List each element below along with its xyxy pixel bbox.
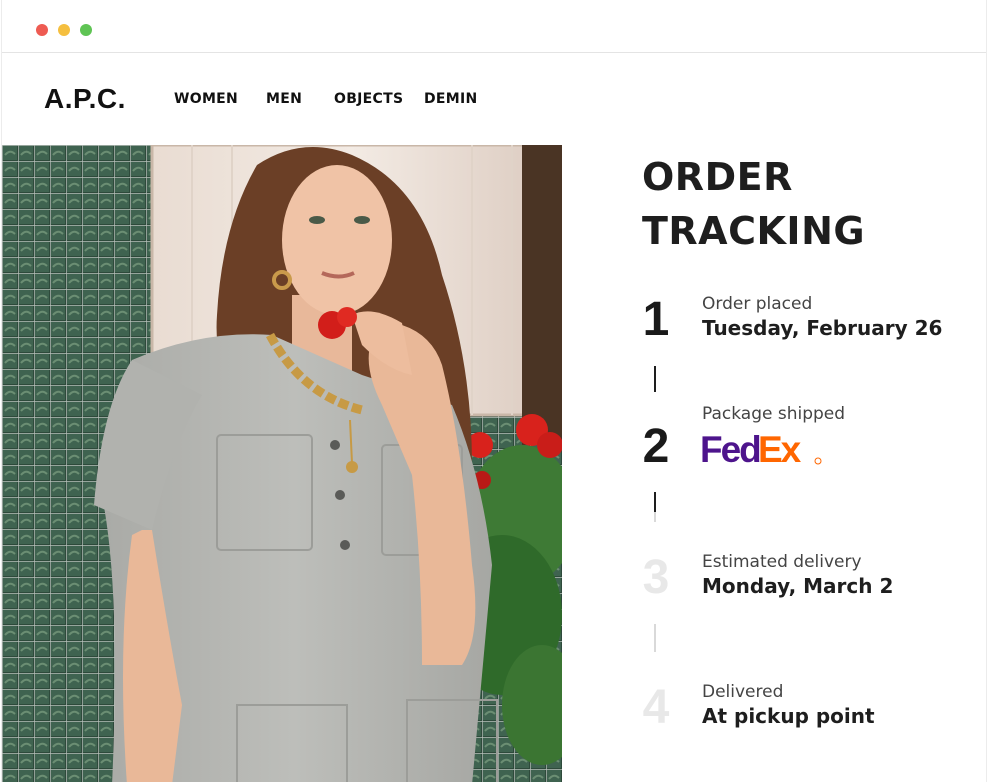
step-3-date: Monday, March 2 bbox=[702, 574, 894, 598]
nav-item-objects[interactable]: OBJECTS bbox=[334, 91, 403, 107]
step-1-date: Tuesday, February 26 bbox=[702, 316, 943, 340]
step-4-number: 4 bbox=[642, 681, 670, 734]
page-title: ORDER TRACKING bbox=[642, 150, 982, 258]
step-1-label: Order placed bbox=[702, 294, 813, 314]
step-3-label: Estimated delivery bbox=[702, 552, 862, 572]
step-4-location: At pickup point bbox=[702, 704, 875, 728]
browser-window: A.P.C. WOMEN MEN OBJECTS DEMIN ORDER TRA… bbox=[2, 0, 986, 782]
step-2-label: Package shipped bbox=[702, 404, 846, 424]
order-tracking-panel: ORDER TRACKING 1 Order placed Tuesday, F… bbox=[642, 150, 982, 732]
site-header: A.P.C. WOMEN MEN OBJECTS DEMIN bbox=[2, 53, 986, 145]
nav-item-men[interactable]: MEN bbox=[266, 91, 302, 107]
page-title-line-1: ORDER bbox=[642, 155, 793, 199]
window-titlebar bbox=[2, 0, 986, 53]
svg-text:Ex: Ex bbox=[758, 430, 802, 470]
hero-image bbox=[2, 145, 562, 782]
brand-logo[interactable]: A.P.C. bbox=[44, 83, 126, 115]
step-connector bbox=[654, 492, 656, 514]
nav-item-women[interactable]: WOMEN bbox=[174, 91, 238, 107]
close-window-button[interactable] bbox=[36, 24, 48, 36]
svg-text:Fed: Fed bbox=[700, 430, 760, 470]
step-connector bbox=[654, 512, 656, 522]
minimize-window-button[interactable] bbox=[58, 24, 70, 36]
maximize-window-button[interactable] bbox=[80, 24, 92, 36]
step-connector bbox=[654, 366, 656, 392]
step-2-number: 2 bbox=[642, 420, 670, 473]
step-4-label: Delivered bbox=[702, 682, 784, 702]
step-connector bbox=[654, 624, 656, 652]
fedex-logo-icon: Fed Ex bbox=[700, 430, 822, 470]
page-title-line-2: TRACKING bbox=[642, 209, 866, 253]
step-1-number: 1 bbox=[642, 293, 670, 346]
nav-item-denim[interactable]: DEMIN bbox=[424, 91, 478, 107]
step-3-number: 3 bbox=[642, 551, 670, 604]
